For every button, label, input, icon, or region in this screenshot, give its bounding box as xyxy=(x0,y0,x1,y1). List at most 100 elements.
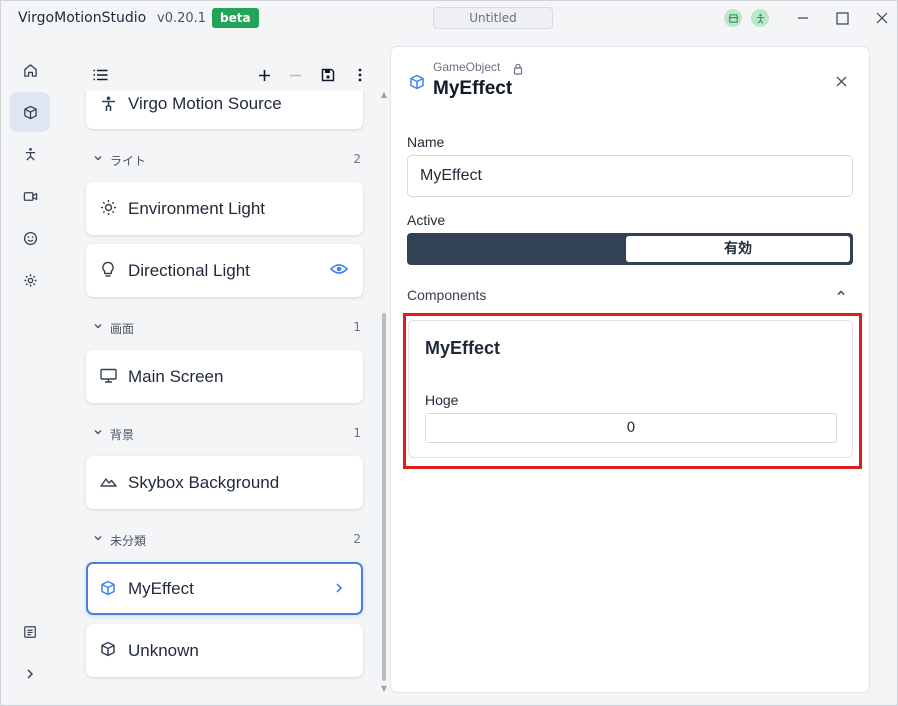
name-input[interactable] xyxy=(407,155,853,197)
save-button[interactable] xyxy=(318,65,338,85)
group-header-uncategorized[interactable]: 未分類 2 xyxy=(91,530,363,550)
chevron-right-icon xyxy=(329,579,349,597)
cube-icon xyxy=(409,74,425,94)
storefront-icon[interactable] xyxy=(724,9,742,27)
close-window-button[interactable] xyxy=(870,7,894,29)
list-item-label: Unknown xyxy=(128,640,199,660)
home-icon xyxy=(23,63,37,77)
face-icon xyxy=(23,231,37,245)
figure-icon xyxy=(99,95,117,113)
list-item-label: Virgo Motion Source xyxy=(128,94,282,113)
list-item-label: Skybox Background xyxy=(128,472,280,492)
skeleton-icon xyxy=(25,147,35,161)
inspector-title: MyEffect xyxy=(433,78,513,99)
cube-icon xyxy=(99,579,117,597)
cube-icon xyxy=(23,105,37,119)
rail-camera[interactable] xyxy=(10,176,50,216)
close-inspector-button[interactable] xyxy=(831,71,851,91)
component-title: MyEffect xyxy=(425,338,501,358)
mountain-icon xyxy=(99,472,117,490)
components-label: Components xyxy=(407,287,487,303)
rail-expand[interactable] xyxy=(10,654,50,694)
rail-scene[interactable] xyxy=(10,92,50,132)
maximize-button[interactable] xyxy=(830,7,854,29)
list-item-unknown[interactable]: Unknown xyxy=(86,624,363,677)
chevron-down-icon xyxy=(93,320,103,334)
save-icon xyxy=(321,68,335,82)
beta-badge: beta xyxy=(212,8,259,28)
group-name: ライト xyxy=(110,154,147,168)
list-item-myeffect[interactable]: MyEffect xyxy=(86,562,363,615)
rail-log[interactable] xyxy=(10,612,50,652)
hoge-label: Hoge xyxy=(425,392,459,408)
more-icon xyxy=(358,68,362,82)
app-window: VirgoMotionStudio v0.20.1 beta Untitled xyxy=(0,0,898,706)
group-count: 1 xyxy=(353,320,361,334)
hoge-input[interactable]: 0 xyxy=(425,413,837,443)
sun-icon xyxy=(99,198,117,216)
scrollbar-thumb[interactable] xyxy=(382,313,386,681)
group-count: 2 xyxy=(353,152,361,166)
list-item-directional-light[interactable]: Directional Light xyxy=(86,244,363,297)
chevron-down-icon xyxy=(93,152,103,166)
scene-list[interactable]: Virgo Motion Source ライト 2 Environment Li… xyxy=(71,91,376,699)
group-header-light[interactable]: ライト 2 xyxy=(91,150,363,170)
scene-list-toolbar xyxy=(71,59,376,91)
settings-icon xyxy=(23,273,37,287)
monitor-icon xyxy=(99,366,117,384)
add-button[interactable] xyxy=(254,65,274,85)
list-item-environment-light[interactable]: Environment Light xyxy=(86,182,363,235)
group-name: 未分類 xyxy=(110,534,147,548)
expand-icon xyxy=(27,669,34,679)
rail-home[interactable] xyxy=(10,50,50,90)
chevron-up-icon xyxy=(837,290,845,296)
title-bar: VirgoMotionStudio v0.20.1 beta Untitled xyxy=(1,1,897,37)
name-label: Name xyxy=(407,134,445,150)
remove-icon xyxy=(289,74,301,76)
more-button[interactable] xyxy=(350,65,370,85)
rail-face[interactable] xyxy=(10,218,50,258)
cube-icon xyxy=(99,640,117,658)
remove-button[interactable] xyxy=(285,65,305,85)
eye-icon[interactable] xyxy=(329,260,349,278)
chevron-down-icon xyxy=(93,532,103,546)
active-toggle[interactable]: 有効 xyxy=(407,233,853,265)
scroll-up-arrow[interactable]: ▲ xyxy=(380,91,388,99)
group-name: 画面 xyxy=(110,322,135,336)
camera-icon xyxy=(23,191,37,201)
scroll-down-arrow[interactable]: ▼ xyxy=(380,685,388,693)
collapse-components-button[interactable] xyxy=(833,285,849,301)
maximize-icon xyxy=(835,11,849,25)
navigation-rail xyxy=(1,37,59,705)
app-version: v0.20.1 xyxy=(157,11,207,26)
group-name: 背景 xyxy=(110,428,135,442)
log-icon xyxy=(24,626,36,638)
list-item-main-screen[interactable]: Main Screen xyxy=(86,350,363,403)
active-toggle-on-option[interactable]: 有効 xyxy=(626,236,850,262)
rail-settings[interactable] xyxy=(10,260,50,300)
group-count: 2 xyxy=(353,532,361,546)
list-view-button[interactable] xyxy=(90,65,110,85)
minimize-button[interactable] xyxy=(791,7,815,29)
group-header-background[interactable]: 背景 1 xyxy=(91,424,363,444)
component-card: MyEffect Hoge 0 xyxy=(408,320,853,458)
group-count: 1 xyxy=(353,426,361,440)
document-title[interactable]: Untitled xyxy=(433,7,553,29)
close-icon xyxy=(836,76,846,86)
list-item-virgo-motion-source[interactable]: Virgo Motion Source xyxy=(86,91,363,129)
active-label: Active xyxy=(407,212,446,228)
list-item-skybox-background[interactable]: Skybox Background xyxy=(86,456,363,509)
list-item-label: Directional Light xyxy=(128,260,250,280)
inspector-panel: GameObject MyEffect Name Active 有効 Compo… xyxy=(390,46,870,693)
list-item-label: MyEffect xyxy=(128,578,194,598)
chevron-down-icon xyxy=(93,426,103,440)
add-icon xyxy=(258,69,270,81)
rail-motion[interactable] xyxy=(10,134,50,174)
list-item-label: Environment Light xyxy=(128,198,266,218)
close-icon xyxy=(876,12,888,24)
person-icon[interactable] xyxy=(751,9,769,27)
minimize-icon xyxy=(798,17,808,19)
scene-list-panel: Virgo Motion Source ライト 2 Environment Li… xyxy=(71,59,381,699)
lock-icon xyxy=(513,60,523,79)
group-header-screen[interactable]: 画面 1 xyxy=(91,318,363,338)
